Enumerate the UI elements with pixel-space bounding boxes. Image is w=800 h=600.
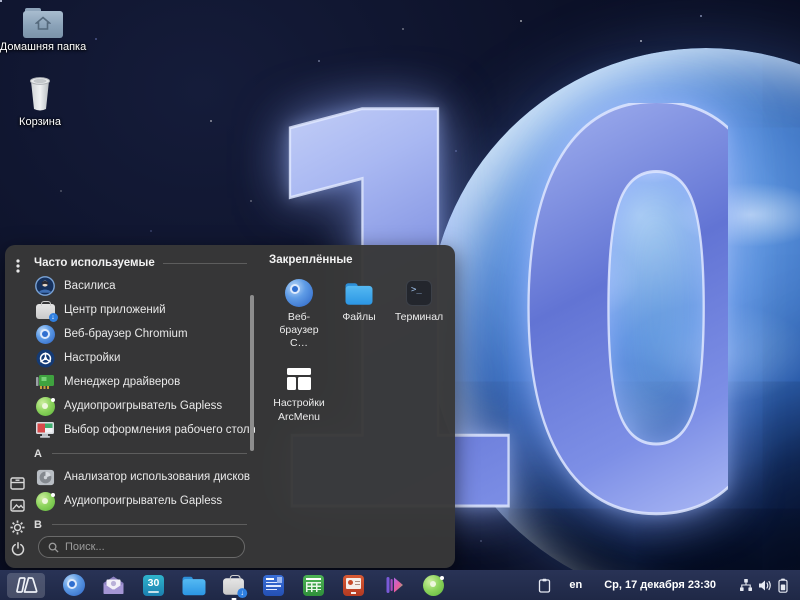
- trash-icon: [20, 73, 60, 113]
- house-glyph: [35, 16, 51, 31]
- files-icon: [344, 278, 374, 308]
- pinned-item-terminal[interactable]: >_ Терминал: [389, 276, 449, 352]
- taskbar-calendar[interactable]: 30: [142, 574, 165, 597]
- arcmenu-button[interactable]: [7, 573, 45, 598]
- theme-chooser-icon: [35, 420, 55, 440]
- mail-icon: [102, 575, 125, 595]
- calendar-day: 30: [143, 577, 164, 589]
- menu-item-disk-analyzer[interactable]: Анализатор использования дисков: [32, 465, 255, 489]
- taskbar-app-center[interactable]: ↓: [222, 574, 245, 597]
- menu-item-driver-manager[interactable]: Менеджер драйверов: [32, 370, 255, 394]
- gear-icon: [10, 520, 25, 535]
- vinyl-icon: [423, 575, 444, 596]
- taskbar-calc[interactable]: [302, 574, 325, 597]
- clipboard-tray-icon[interactable]: [536, 574, 552, 597]
- search-placeholder: Поиск...: [65, 541, 105, 553]
- media-play-icon: [383, 574, 405, 596]
- app-center-icon: ↓: [35, 300, 55, 320]
- gapless-icon: [35, 491, 55, 511]
- disk-analyzer-icon: [35, 467, 55, 487]
- calc-spreadsheet-icon: [303, 575, 324, 596]
- taskbar-files[interactable]: [182, 574, 205, 597]
- desktop-icon-home[interactable]: Домашняя папка: [0, 8, 86, 53]
- desktop-icon-label: Домашняя папка: [0, 41, 86, 53]
- desktop-screen: 10 Домашняя папка Корз: [0, 0, 800, 600]
- folder-icon: [182, 577, 205, 595]
- taskbar-media-player[interactable]: [382, 574, 405, 597]
- network-icon[interactable]: [738, 574, 754, 597]
- section-letter-a: А: [34, 443, 247, 464]
- pinned-section-header: Закреплённые: [269, 254, 449, 272]
- desktop-icon-label: Корзина: [19, 116, 61, 128]
- desktop-icon-trash[interactable]: Корзина: [0, 73, 83, 128]
- pinned-item-files[interactable]: Файлы: [329, 276, 389, 352]
- search-input[interactable]: Поиск...: [38, 536, 245, 558]
- menu-item-gapless[interactable]: Аудиопроигрыватель Gapless: [32, 394, 255, 418]
- menu-item-gapless-2[interactable]: Аудиопроигрыватель Gapless: [32, 489, 255, 513]
- menu-item-theme-chooser[interactable]: Выбор оформления рабочего стола: [32, 418, 255, 442]
- menu-app-list: Часто используемые Василиса ↓ Цент: [30, 245, 255, 568]
- settings-icon: [35, 348, 55, 368]
- stars: [0, 0, 2, 2]
- battery-icon[interactable]: [776, 574, 790, 597]
- taskbar-gapless[interactable]: [422, 574, 445, 597]
- documents-shortcut-button[interactable]: [7, 472, 29, 494]
- menu-sidebar: [5, 245, 30, 568]
- driver-manager-icon: [35, 372, 55, 392]
- user-avatar-icon: [35, 276, 55, 296]
- pinned-item-arcmenu-settings[interactable]: Настройки ArcMenu: [269, 362, 329, 425]
- menu-item-settings[interactable]: Настройки: [32, 346, 255, 370]
- pictures-shortcut-button[interactable]: [7, 494, 29, 516]
- picture-icon: [10, 499, 25, 512]
- taskbar-impress[interactable]: [342, 574, 365, 597]
- chromium-icon: [35, 324, 55, 344]
- search-icon: [48, 542, 59, 553]
- settings-shortcut-button[interactable]: [7, 516, 29, 538]
- home-folder-icon: [23, 8, 63, 38]
- pinned-item-chromium[interactable]: Веб-браузер C…: [269, 276, 329, 352]
- volume-icon[interactable]: [756, 574, 774, 597]
- chromium-icon: [63, 574, 85, 596]
- menu-item-chromium[interactable]: Веб-браузер Chromium: [32, 322, 255, 346]
- arcmenu-icon: [14, 577, 38, 593]
- running-indicator: [231, 598, 236, 600]
- menu-item-app-center[interactable]: ↓ Центр приложений: [32, 298, 255, 322]
- menu-scrollbar[interactable]: [250, 295, 254, 451]
- power-button[interactable]: [7, 538, 29, 560]
- chromium-icon: [284, 278, 314, 308]
- drawer-icon: [10, 477, 25, 490]
- section-letter-b: В: [34, 514, 247, 535]
- calendar-icon: 30: [143, 575, 164, 596]
- menu-dots-icon[interactable]: [7, 255, 29, 277]
- taskbar-mail[interactable]: [102, 574, 125, 597]
- arcmenu-panel: Часто используемые Василиса ↓ Цент: [5, 245, 455, 568]
- terminal-icon: >_: [404, 278, 434, 308]
- taskbar-chromium[interactable]: [62, 574, 85, 597]
- pinned-section: Закреплённые Веб-браузер C… Файлы >_ Т: [255, 245, 455, 568]
- menu-item-vasilisa[interactable]: Василиса: [32, 274, 255, 298]
- briefcase-download-icon: ↓: [223, 578, 244, 595]
- system-tray: en Ср, 17 декабря 23:30: [536, 574, 800, 597]
- frequent-section-header: Часто используемые: [34, 254, 247, 272]
- keyboard-layout-indicator[interactable]: en: [569, 579, 582, 591]
- clock[interactable]: Ср, 17 декабря 23:30: [604, 579, 716, 591]
- taskbar: 30 ↓: [0, 570, 800, 600]
- taskbar-writer[interactable]: [262, 574, 285, 597]
- writer-doc-icon: [263, 575, 284, 596]
- impress-presentation-icon: [343, 575, 364, 596]
- arcmenu-settings-icon: [284, 364, 314, 394]
- power-icon: [11, 542, 25, 556]
- gapless-icon: [35, 396, 55, 416]
